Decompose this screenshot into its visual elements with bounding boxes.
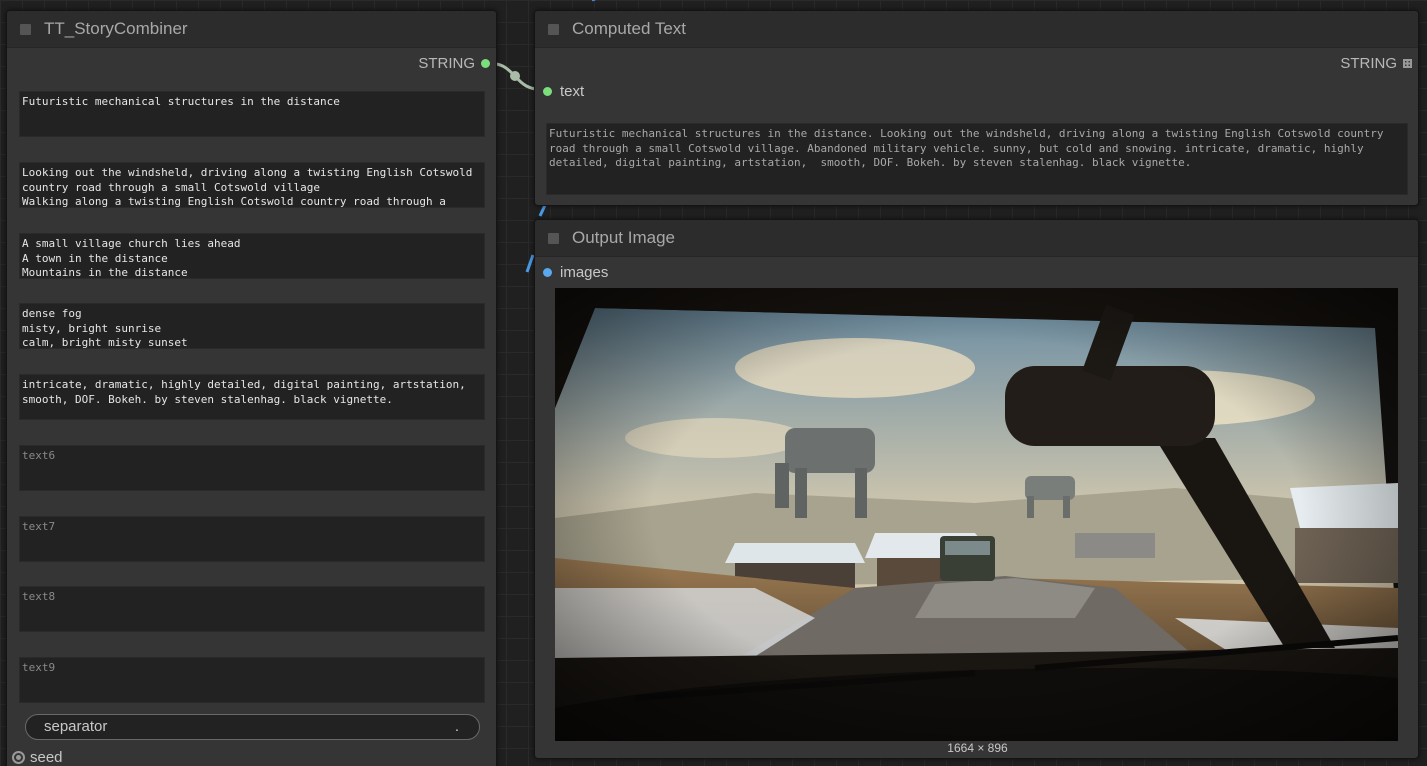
link-reroute-dot <box>510 71 520 81</box>
text7-field[interactable]: text7 <box>19 516 485 562</box>
input-socket-icon[interactable] <box>543 87 552 96</box>
collapse-toggle-icon[interactable] <box>20 23 31 35</box>
text9-field[interactable]: text9 <box>19 657 485 703</box>
computed-text-display[interactable]: Futuristic mechanical structures in the … <box>546 123 1408 195</box>
seed-label: seed <box>30 749 63 766</box>
output-slot-string[interactable]: STRING <box>418 55 490 72</box>
input-slot-images[interactable]: images <box>543 264 608 281</box>
computed-text-node[interactable]: Computed Text STRING text Futuristic mec… <box>534 10 1419 206</box>
input-socket-icon[interactable] <box>543 268 552 277</box>
generated-image <box>555 288 1398 741</box>
input-label: text <box>560 83 585 100</box>
text1-field[interactable]: Futuristic mechanical structures in the … <box>19 91 485 137</box>
output-socket-icon[interactable] <box>481 59 490 68</box>
node-title: Computed Text <box>572 19 687 38</box>
image-size-label: 1664 × 896 <box>947 741 1008 755</box>
grid-icon[interactable] <box>1403 59 1412 68</box>
node-header[interactable]: Output Image <box>535 220 1418 257</box>
text2-field[interactable]: Looking out the windsheld, driving along… <box>19 162 485 208</box>
output-image-preview[interactable] <box>555 288 1398 741</box>
text5-field[interactable]: intricate, dramatic, highly detailed, di… <box>19 374 485 420</box>
text3-field[interactable]: A small village church lies ahead A town… <box>19 233 485 279</box>
seed-input-slot[interactable]: seed <box>12 749 63 766</box>
output-image-node[interactable]: Output Image images 1664 × 896 <box>534 219 1419 759</box>
input-slot-text[interactable]: text <box>543 83 584 100</box>
text6-field[interactable]: text6 <box>19 445 485 491</box>
separator-widget[interactable]: separator . <box>25 714 480 740</box>
node-title: TT_StoryCombiner <box>44 19 188 38</box>
story-combiner-node[interactable]: TT_StoryCombiner STRING Futuristic mecha… <box>6 10 497 766</box>
text4-field[interactable]: dense fog misty, bright sunrise calm, br… <box>19 303 485 349</box>
collapse-toggle-icon[interactable] <box>548 23 559 35</box>
separator-label: separator <box>44 718 108 735</box>
node-header[interactable]: Computed Text <box>535 11 1418 48</box>
image-link-bottom <box>525 254 535 273</box>
separator-value: . <box>454 718 459 735</box>
input-label: images <box>560 264 609 281</box>
output-label: STRING <box>418 55 475 72</box>
collapse-toggle-icon[interactable] <box>548 232 559 244</box>
node-header[interactable]: TT_StoryCombiner <box>7 11 496 48</box>
output-slot-string[interactable]: STRING <box>1340 55 1412 72</box>
output-label: STRING <box>1340 55 1397 72</box>
text8-field[interactable]: text8 <box>19 586 485 632</box>
seed-socket-icon[interactable] <box>12 751 25 764</box>
node-title: Output Image <box>572 228 676 247</box>
